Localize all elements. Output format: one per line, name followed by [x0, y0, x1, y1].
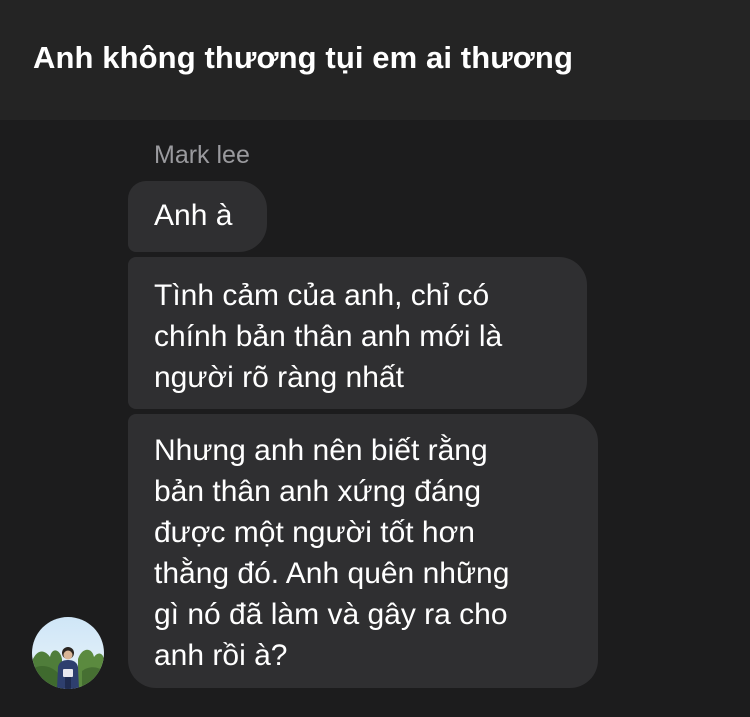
message-bubble[interactable]: Anh à	[128, 181, 267, 252]
message-bubble[interactable]: Nhưng anh nên biết rằng bản thân anh xứn…	[128, 414, 598, 688]
sender-name: Mark lee	[154, 141, 250, 169]
chat-header: Anh không thương tụi em ai thương	[0, 0, 750, 120]
message-bubble[interactable]: Tình cảm của anh, chỉ có chính bản thân …	[128, 257, 587, 409]
avatar-photo-icon	[32, 617, 104, 689]
avatar[interactable]	[32, 617, 104, 689]
chat-title[interactable]: Anh không thương tụi em ai thương	[33, 40, 573, 76]
